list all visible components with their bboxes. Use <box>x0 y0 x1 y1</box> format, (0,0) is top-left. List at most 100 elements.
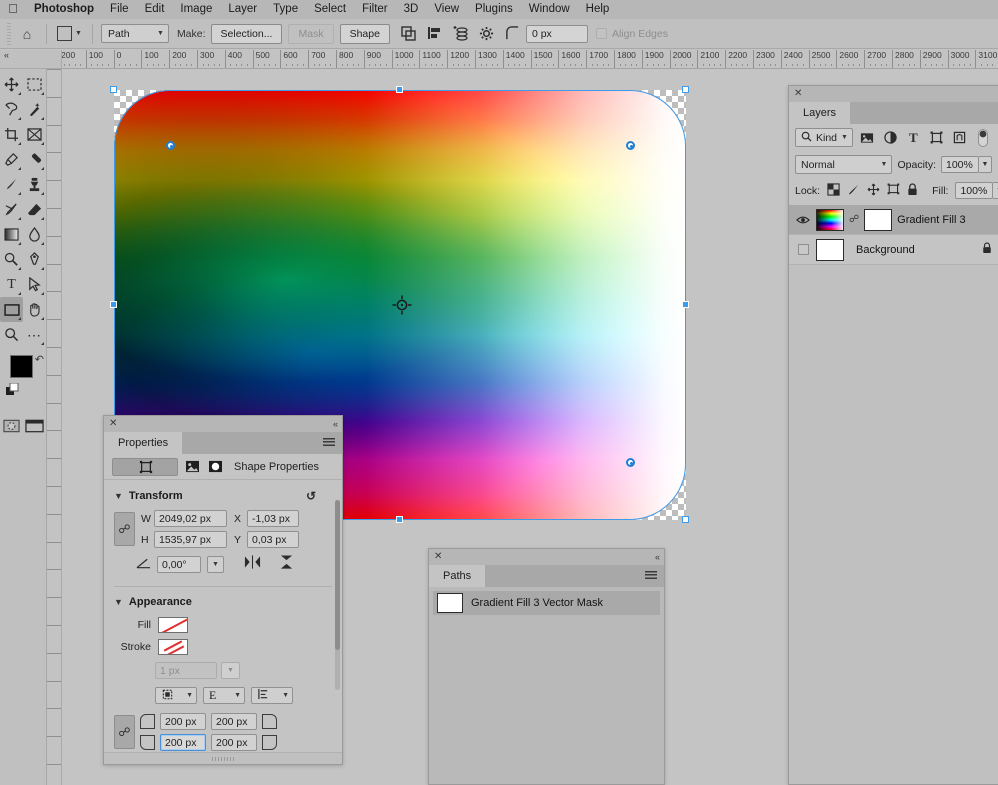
appearance-section-header[interactable]: ▼ Appearance <box>104 593 342 611</box>
foreground-color-swatch[interactable] <box>10 355 33 378</box>
lock-transparent-pixels-icon[interactable] <box>827 182 840 199</box>
brush-tool[interactable] <box>0 172 23 197</box>
flip-horizontal-icon[interactable] <box>244 555 261 574</box>
paths-panel[interactable]: ✕ « Paths Gradient Fill 3 Vector Mask <box>428 548 665 785</box>
mask-link-icon[interactable]: ☍ <box>849 214 859 225</box>
path-alignment-icon[interactable] <box>422 22 448 46</box>
transform-reference-point-icon[interactable] <box>392 295 412 315</box>
edit-toolbar-icon[interactable]: ⋯ <box>23 322 46 347</box>
stroke-width-input[interactable]: 1 px <box>155 662 217 679</box>
tab-layers[interactable]: Layers <box>789 102 851 124</box>
reset-icon[interactable]: ↺ <box>306 489 316 503</box>
layer-thumbnail[interactable] <box>816 208 844 231</box>
panel-menu-icon[interactable] <box>323 438 335 447</box>
options-bar-grip[interactable] <box>4 22 14 45</box>
home-icon[interactable]: ⌂ <box>14 26 40 42</box>
tool-preset-picker[interactable]: ▼ <box>53 26 86 41</box>
y-position-input[interactable]: 0,03 px <box>247 531 299 548</box>
spot-healing-brush-tool[interactable] <box>23 147 46 172</box>
collapse-icon[interactable]: « <box>655 552 660 562</box>
screen-mode-icon[interactable] <box>23 415 46 437</box>
lock-artboard-icon[interactable] <box>887 183 900 198</box>
quick-mask-icon[interactable] <box>0 415 23 437</box>
properties-scrollbar[interactable] <box>335 500 340 690</box>
menu-item-window[interactable]: Window <box>521 0 578 19</box>
close-icon[interactable]: ✕ <box>794 89 802 99</box>
menu-item-plugins[interactable]: Plugins <box>467 0 521 19</box>
transform-handle-middle-right[interactable] <box>682 301 689 308</box>
pixel-filter-icon[interactable] <box>858 128 876 147</box>
height-input[interactable]: 1535,97 px <box>154 531 227 548</box>
fill-swatch[interactable] <box>158 617 188 633</box>
stroke-width-dropdown[interactable]: ▼ <box>221 662 240 679</box>
path-arrangement-icon[interactable] <box>448 22 474 46</box>
layer-row-background[interactable]: Background <box>789 235 998 265</box>
smart-object-filter-icon[interactable] <box>951 128 969 147</box>
properties-panel-footer[interactable] <box>104 752 342 764</box>
menu-item-filter[interactable]: Filter <box>354 0 396 19</box>
image-properties-icon[interactable] <box>183 458 201 476</box>
corner-radius-bottom-right-input[interactable]: 200 px <box>211 734 257 751</box>
panel-menu-icon[interactable] <box>645 571 657 580</box>
dodge-tool[interactable] <box>0 247 23 272</box>
pen-tool[interactable] <box>23 247 46 272</box>
menu-item-view[interactable]: View <box>426 0 467 19</box>
opacity-stepper[interactable]: ▼ <box>979 156 992 173</box>
horizontal-ruler[interactable]: 200 100 0 100 200 300 400 500 600 700 800 900 1000 11… <box>62 50 998 69</box>
ruler-corner[interactable]: « <box>0 50 62 69</box>
menu-item-select[interactable]: Select <box>306 0 354 19</box>
layer-mask-thumbnail[interactable] <box>864 208 893 231</box>
menu-item-file[interactable]: File <box>102 0 137 19</box>
vertical-ruler[interactable] <box>47 69 62 785</box>
gradient-tool[interactable] <box>0 222 23 247</box>
history-brush-tool[interactable] <box>0 197 23 222</box>
layer-name[interactable]: Gradient Fill 3 <box>897 214 992 226</box>
clone-stamp-tool[interactable] <box>23 172 46 197</box>
lasso-tool[interactable] <box>0 97 23 122</box>
make-mask-button[interactable]: Mask <box>288 23 334 44</box>
collapse-icon[interactable]: « <box>4 50 9 60</box>
align-edges-checkbox[interactable] <box>595 28 607 39</box>
crop-tool[interactable] <box>0 122 23 147</box>
shape-properties-icon[interactable] <box>112 457 178 476</box>
hand-tool[interactable] <box>23 297 46 322</box>
zoom-tool[interactable] <box>0 322 23 347</box>
collapse-icon[interactable]: « <box>333 419 338 429</box>
transform-handle-middle-left[interactable] <box>110 301 117 308</box>
rotation-angle-input[interactable]: 0,00° <box>157 556 201 573</box>
tab-paths[interactable]: Paths <box>429 565 486 587</box>
flip-vertical-icon[interactable] <box>279 554 294 575</box>
lock-all-icon[interactable] <box>907 182 918 199</box>
angle-dropdown[interactable]: ▼ <box>207 556 224 573</box>
transform-handle-top-right[interactable] <box>682 86 689 93</box>
stroke-cap-dropdown[interactable]: E ▼ <box>203 687 245 704</box>
rectangular-marquee-tool[interactable] <box>23 72 46 97</box>
menu-item-3d[interactable]: 3D <box>396 0 427 19</box>
path-row-gradient-fill-3-vector-mask[interactable]: Gradient Fill 3 Vector Mask <box>433 591 660 615</box>
link-aspect-ratio-icon[interactable]: ☍ <box>114 512 135 546</box>
menu-item-photoshop[interactable]: Photoshop <box>26 0 102 19</box>
rectangle-tool[interactable] <box>0 297 23 322</box>
apple-logo-icon[interactable]:  <box>0 2 26 17</box>
menu-item-help[interactable]: Help <box>578 0 618 19</box>
lock-position-icon[interactable] <box>867 183 880 199</box>
path-operations-icon[interactable] <box>396 22 422 46</box>
corner-radius-bottom-left-input[interactable]: 200 px <box>160 734 206 751</box>
mask-properties-icon[interactable] <box>206 458 224 476</box>
filter-toggle-icon[interactable] <box>974 128 992 147</box>
path-selection-tool[interactable] <box>23 272 46 297</box>
default-colors-icon[interactable] <box>6 382 20 402</box>
corner-radius-anchor-bottom-right[interactable] <box>626 458 635 467</box>
swap-colors-icon[interactable]: ↶ <box>35 353 44 366</box>
transform-handle-top-center[interactable] <box>396 86 403 93</box>
corner-radius-top-left-input[interactable]: 200 px <box>160 713 206 730</box>
eyedropper-tool[interactable] <box>0 147 23 172</box>
gear-icon[interactable] <box>474 22 500 46</box>
fill-opacity-input[interactable]: 100% <box>955 182 994 199</box>
frame-tool[interactable] <box>23 122 46 147</box>
menu-item-edit[interactable]: Edit <box>137 0 173 19</box>
fill-opacity-stepper[interactable]: ▼ <box>993 182 998 199</box>
layer-name[interactable]: Background <box>856 244 977 256</box>
transform-handle-bottom-center[interactable] <box>396 516 403 523</box>
close-icon[interactable]: ✕ <box>434 552 442 562</box>
